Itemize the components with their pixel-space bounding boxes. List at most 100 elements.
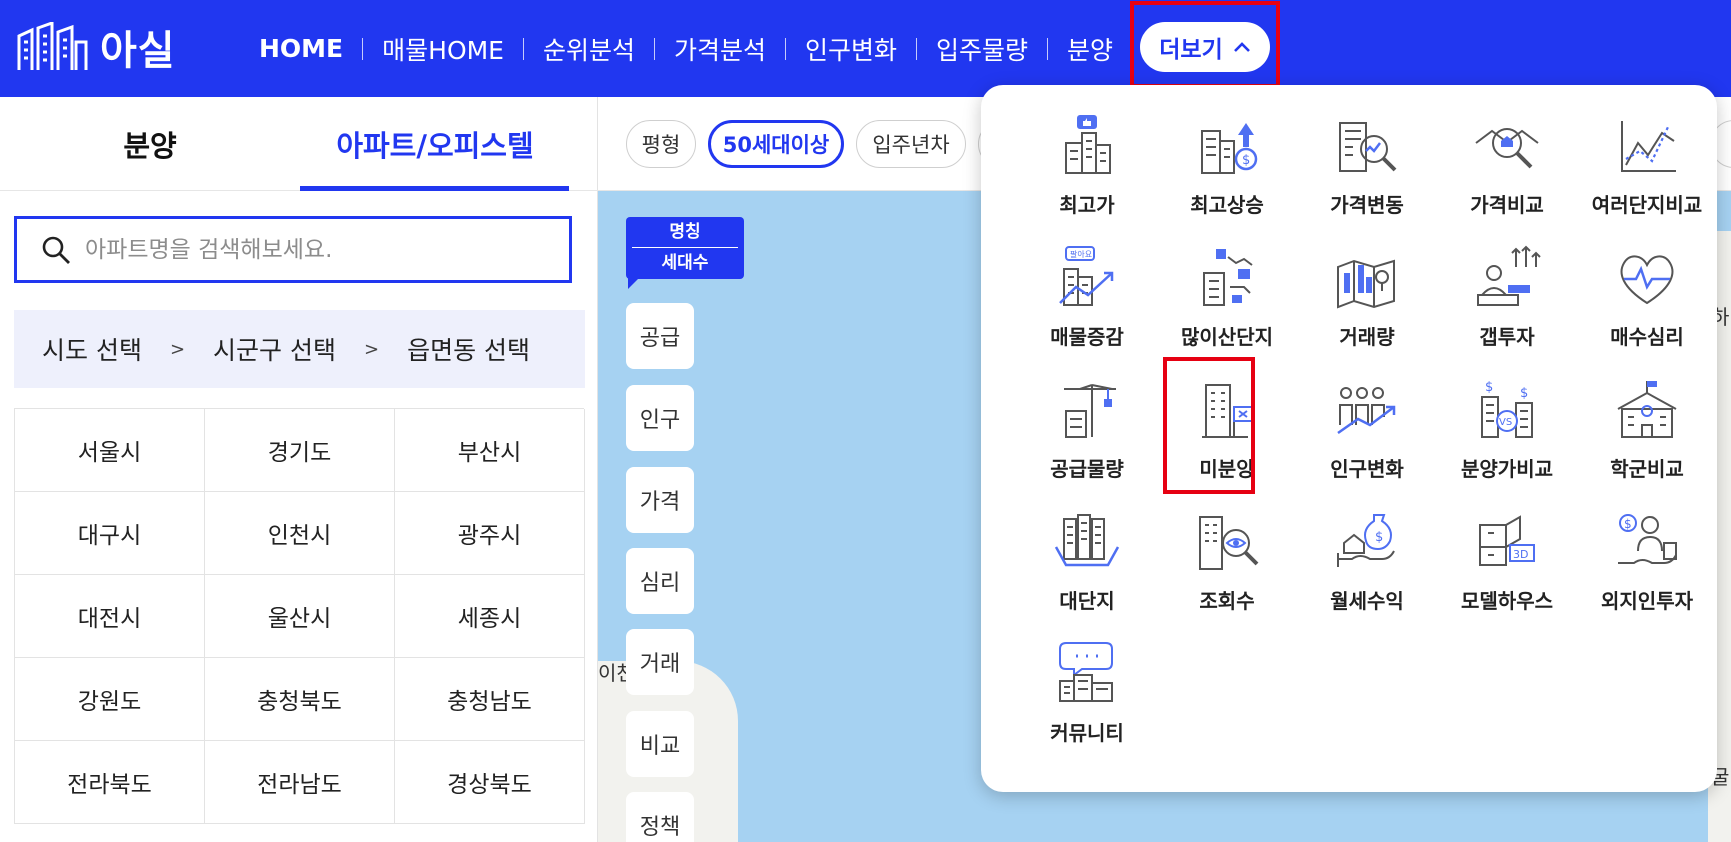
menu-item-monthly-rent-yield[interactable]: $ 월세수익 [1297, 497, 1437, 617]
menu-item-buyer-sentiment[interactable]: 매수심리 [1577, 233, 1717, 353]
person-desk-arrows-icon [1477, 245, 1541, 306]
more-dropdown-menu: 최고가 $ 최고상승 가격변동 가격비교 여러단지비교 팔아요 매물증감 많이산… [981, 85, 1717, 792]
region-cell[interactable]: 광주시 [395, 492, 585, 575]
filter-chip-size[interactable]: 평형 [626, 120, 696, 168]
nav-divider [362, 37, 364, 60]
nav-listing-home[interactable]: 매물HOME [382, 31, 504, 67]
menu-item-population-change[interactable]: 인구변화 [1297, 365, 1437, 485]
menu-item-price-change[interactable]: 가격변동 [1297, 101, 1437, 221]
nav-price-analysis[interactable]: 가격분석 [674, 31, 766, 67]
menu-item-community[interactable]: 커뮤니티 [1017, 629, 1157, 749]
menu-item-multi-complex-compare[interactable]: 여러단지비교 [1577, 101, 1717, 221]
map-layer-population-button[interactable]: 인구 [626, 385, 694, 451]
region-cell[interactable]: 대구시 [15, 492, 205, 575]
legend-name: 명칭 [632, 217, 738, 248]
map-layer-price-button[interactable]: 가격 [626, 467, 694, 533]
nav-divider [654, 37, 655, 60]
building-magnifier-icon [1339, 122, 1397, 172]
nav-move-in-supply[interactable]: 입주물량 [936, 31, 1028, 67]
search-box [14, 216, 572, 283]
svg-text:$: $ [1485, 380, 1493, 395]
breadcrumb-arrow: > [169, 338, 186, 360]
svg-text:VS: VS [1499, 417, 1512, 428]
chevron-up-icon [1233, 42, 1250, 52]
region-cell[interactable]: 전라북도 [15, 741, 205, 824]
left-panel: 분양 아파트/오피스텔 시도 선택 > 시군구 선택 > 읍면동 선택 서울시 … [0, 97, 598, 842]
menu-item-listing-change[interactable]: 팔아요 매물증감 [1017, 233, 1157, 353]
legend-households: 세대수 [661, 253, 709, 273]
menu-item-model-house[interactable]: 3D 모델하우스 [1437, 497, 1577, 617]
menu-item-gap-investment[interactable]: 갭투자 [1437, 233, 1577, 353]
nav-divider [785, 37, 787, 60]
menu-item-school-district-compare[interactable]: 학군비교 [1577, 365, 1717, 485]
map-layer-trade-button[interactable]: 거래 [626, 629, 694, 695]
menu-item-label: 커뮤니티 [1050, 721, 1124, 745]
region-step-town[interactable]: 읍면동 선택 [407, 331, 530, 367]
region-breadcrumb: 시도 선택 > 시군구 선택 > 읍면동 선택 [14, 310, 585, 388]
menu-item-label: 매물증감 [1050, 325, 1124, 349]
legend-pointer [628, 277, 640, 289]
menu-item-label: 가격변동 [1330, 193, 1404, 217]
menu-item-price-compare[interactable]: 가격비교 [1437, 101, 1577, 221]
region-cell[interactable]: 인천시 [205, 492, 395, 575]
region-cell[interactable]: 세종시 [395, 575, 585, 658]
nav-divider [522, 37, 524, 60]
tab-presale[interactable]: 분양 [0, 97, 300, 191]
menu-item-presale-price-compare[interactable]: $ $ VS 분양가비교 [1437, 365, 1577, 485]
menu-item-label: 여러단지비교 [1591, 193, 1703, 217]
map-layer-compare-button[interactable]: 비교 [626, 711, 694, 777]
tab-apartment-officetel[interactable]: 아파트/오피스텔 [300, 97, 570, 191]
logo[interactable]: 아실 [16, 18, 176, 76]
nav-population[interactable]: 인구변화 [805, 31, 897, 67]
more-button[interactable]: 더보기 [1140, 22, 1270, 72]
region-cell[interactable]: 충청북도 [205, 658, 395, 741]
menu-item-label: 갭투자 [1479, 325, 1535, 349]
menu-item-highest-rise[interactable]: $ 최고상승 [1157, 101, 1297, 221]
region-cell[interactable]: 전라남도 [205, 741, 395, 824]
menu-item-large-complex[interactable]: 대단지 [1017, 497, 1157, 617]
map-layer-policy-button[interactable]: 정책 [626, 792, 694, 842]
map-layer-supply-button[interactable]: 공급 [626, 303, 694, 369]
search-input[interactable] [85, 236, 545, 263]
menu-item-most-bought[interactable]: 많이산단지 [1157, 233, 1297, 353]
svg-text:$: $ [1520, 386, 1528, 401]
region-cell[interactable]: 충청남도 [395, 658, 585, 741]
filter-chip-move-in-years[interactable]: 입주년차 [856, 120, 966, 168]
building-like-icon [1065, 115, 1111, 174]
main-nav: HOME 매물HOME 순위분석 가격분석 인구변화 입주물량 분양 [259, 0, 1113, 97]
menu-item-label: 월세수익 [1330, 589, 1404, 613]
menu-item-supply-volume[interactable]: 공급물량 [1017, 365, 1157, 485]
menu-item-unsold[interactable]: 미분양 [1157, 365, 1297, 485]
person-money-hand-icon: $ [1618, 514, 1677, 564]
region-step-city[interactable]: 시군구 선택 [213, 331, 336, 367]
region-cell[interactable]: 서울시 [15, 409, 205, 492]
map-layer-sentiment-button[interactable]: 심리 [626, 548, 694, 614]
building-x-flag-icon [1202, 384, 1253, 438]
house-magnifier-icon [1475, 128, 1539, 169]
nav-home[interactable]: HOME [259, 34, 343, 63]
filter-chip-50-households[interactable]: 50세대이상 [708, 120, 844, 168]
menu-item-label: 대단지 [1059, 589, 1115, 613]
svg-text:$: $ [1242, 153, 1250, 168]
nav-divider [1047, 37, 1049, 60]
nav-rank-analysis[interactable]: 순위분석 [543, 31, 635, 67]
region-step-province[interactable]: 시도 선택 [42, 331, 142, 367]
menu-item-trade-volume[interactable]: 거래량 [1297, 233, 1437, 353]
nav-presale[interactable]: 분양 [1067, 31, 1113, 67]
menu-item-highest-price[interactable]: 최고가 [1017, 101, 1157, 221]
region-cell[interactable]: 강원도 [15, 658, 205, 741]
region-cell[interactable]: 대전시 [15, 575, 205, 658]
menu-item-label: 인구변화 [1330, 457, 1404, 481]
menu-item-label: 최고가 [1059, 193, 1115, 217]
svg-text:$: $ [1375, 530, 1383, 545]
region-cell[interactable]: 경상북도 [395, 741, 585, 824]
hand-money-house-icon: $ [1337, 514, 1395, 567]
buildings-vs-icon: $ $ VS [1481, 380, 1533, 438]
region-cell[interactable]: 부산시 [395, 409, 585, 492]
menu-item-view-count[interactable]: 조회수 [1157, 497, 1297, 617]
region-cell[interactable]: 울산시 [205, 575, 395, 658]
menu-item-outsider-investment[interactable]: $ 외지인투자 [1577, 497, 1717, 617]
svg-text:팔아요: 팔아요 [1070, 249, 1092, 259]
region-cell[interactable]: 경기도 [205, 409, 395, 492]
building-eye-icon [1199, 516, 1259, 570]
